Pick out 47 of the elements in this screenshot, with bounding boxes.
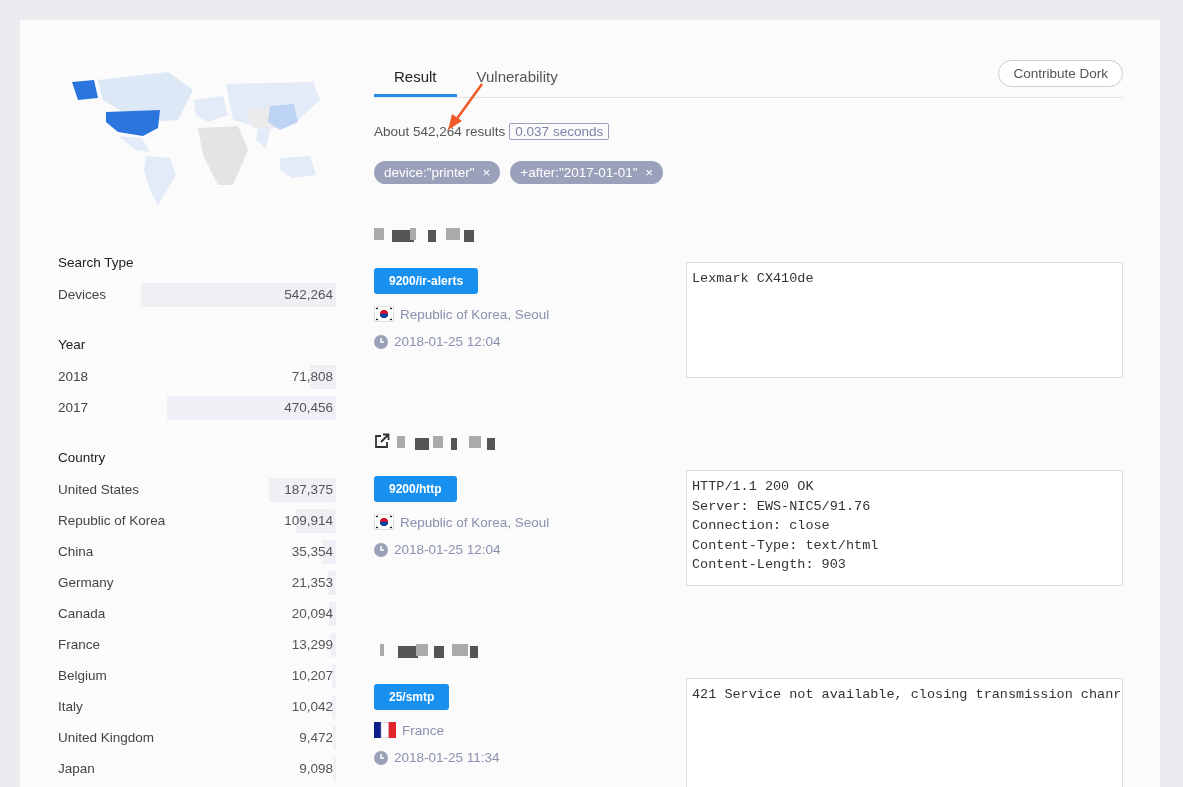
facet-heading: Year <box>58 336 87 354</box>
facet-label[interactable]: Devices <box>58 285 106 304</box>
banner-line: Server: EWS-NIC5/91.76 <box>692 497 872 516</box>
timestamp: 2018-01-25 12:04 <box>394 542 501 557</box>
facet-label[interactable]: United States <box>58 480 140 499</box>
facet-count: 21,353 <box>291 570 336 595</box>
facet-label[interactable]: Germany <box>58 573 114 592</box>
facet-count: 470,456 <box>166 395 336 420</box>
facet-label[interactable]: Japan <box>58 759 95 778</box>
facet-label[interactable]: Republic of Korea <box>58 511 166 530</box>
facet-count: 13,299 <box>291 632 336 657</box>
tab[interactable]: Result <box>374 60 457 97</box>
facet-label[interactable]: 2017 <box>58 398 89 417</box>
banner-line: HTTP/1.1 200 OK <box>692 478 815 496</box>
facet-label[interactable]: United Kingdom <box>58 728 155 747</box>
facet-count: 20,094 <box>291 601 336 626</box>
facet-count: 10,042 <box>291 694 336 719</box>
query-time: 0.037 seconds <box>509 123 610 140</box>
banner-line: Connection: close <box>692 517 831 535</box>
facet-label[interactable]: Canada <box>58 604 106 623</box>
timestamp: 2018-01-25 11:34 <box>394 750 500 765</box>
facet-label[interactable]: 2018 <box>58 367 89 386</box>
facet-label[interactable]: Italy <box>58 697 83 716</box>
facet-count: 9,472 <box>299 725 336 750</box>
clock-icon <box>374 542 388 557</box>
clock-icon <box>374 334 388 349</box>
facet-label[interactable]: China <box>58 542 94 561</box>
facet-count: 10,207 <box>291 663 336 688</box>
clock-icon <box>374 750 388 765</box>
facet-count: 9,098 <box>299 756 336 781</box>
facet-heading: Search Type <box>58 254 135 272</box>
facet-count: 187,375 <box>268 477 336 502</box>
facet-count: 71,808 <box>291 364 336 389</box>
banner-line: Lexmark CX410de <box>692 270 815 288</box>
external-link-icon[interactable] <box>374 433 390 449</box>
contribute-dork-button[interactable]: Contribute Dork <box>998 60 1123 87</box>
results-count: About 542,264 results <box>374 124 506 139</box>
facet-count: 542,264 <box>141 282 336 307</box>
banner-line: Content-Length: 903 <box>692 556 847 574</box>
banner-line: Content-Type: text/html <box>692 536 880 555</box>
facet-count: 109,914 <box>284 508 336 533</box>
facet-label[interactable]: Belgium <box>58 666 107 685</box>
facet-heading: Country <box>58 449 107 467</box>
timestamp: 2018-01-25 12:04 <box>394 334 501 349</box>
tab[interactable]: Vulnerability <box>476 60 578 97</box>
facet-count: 35,354 <box>291 539 336 564</box>
facet-label[interactable]: France <box>58 635 101 654</box>
